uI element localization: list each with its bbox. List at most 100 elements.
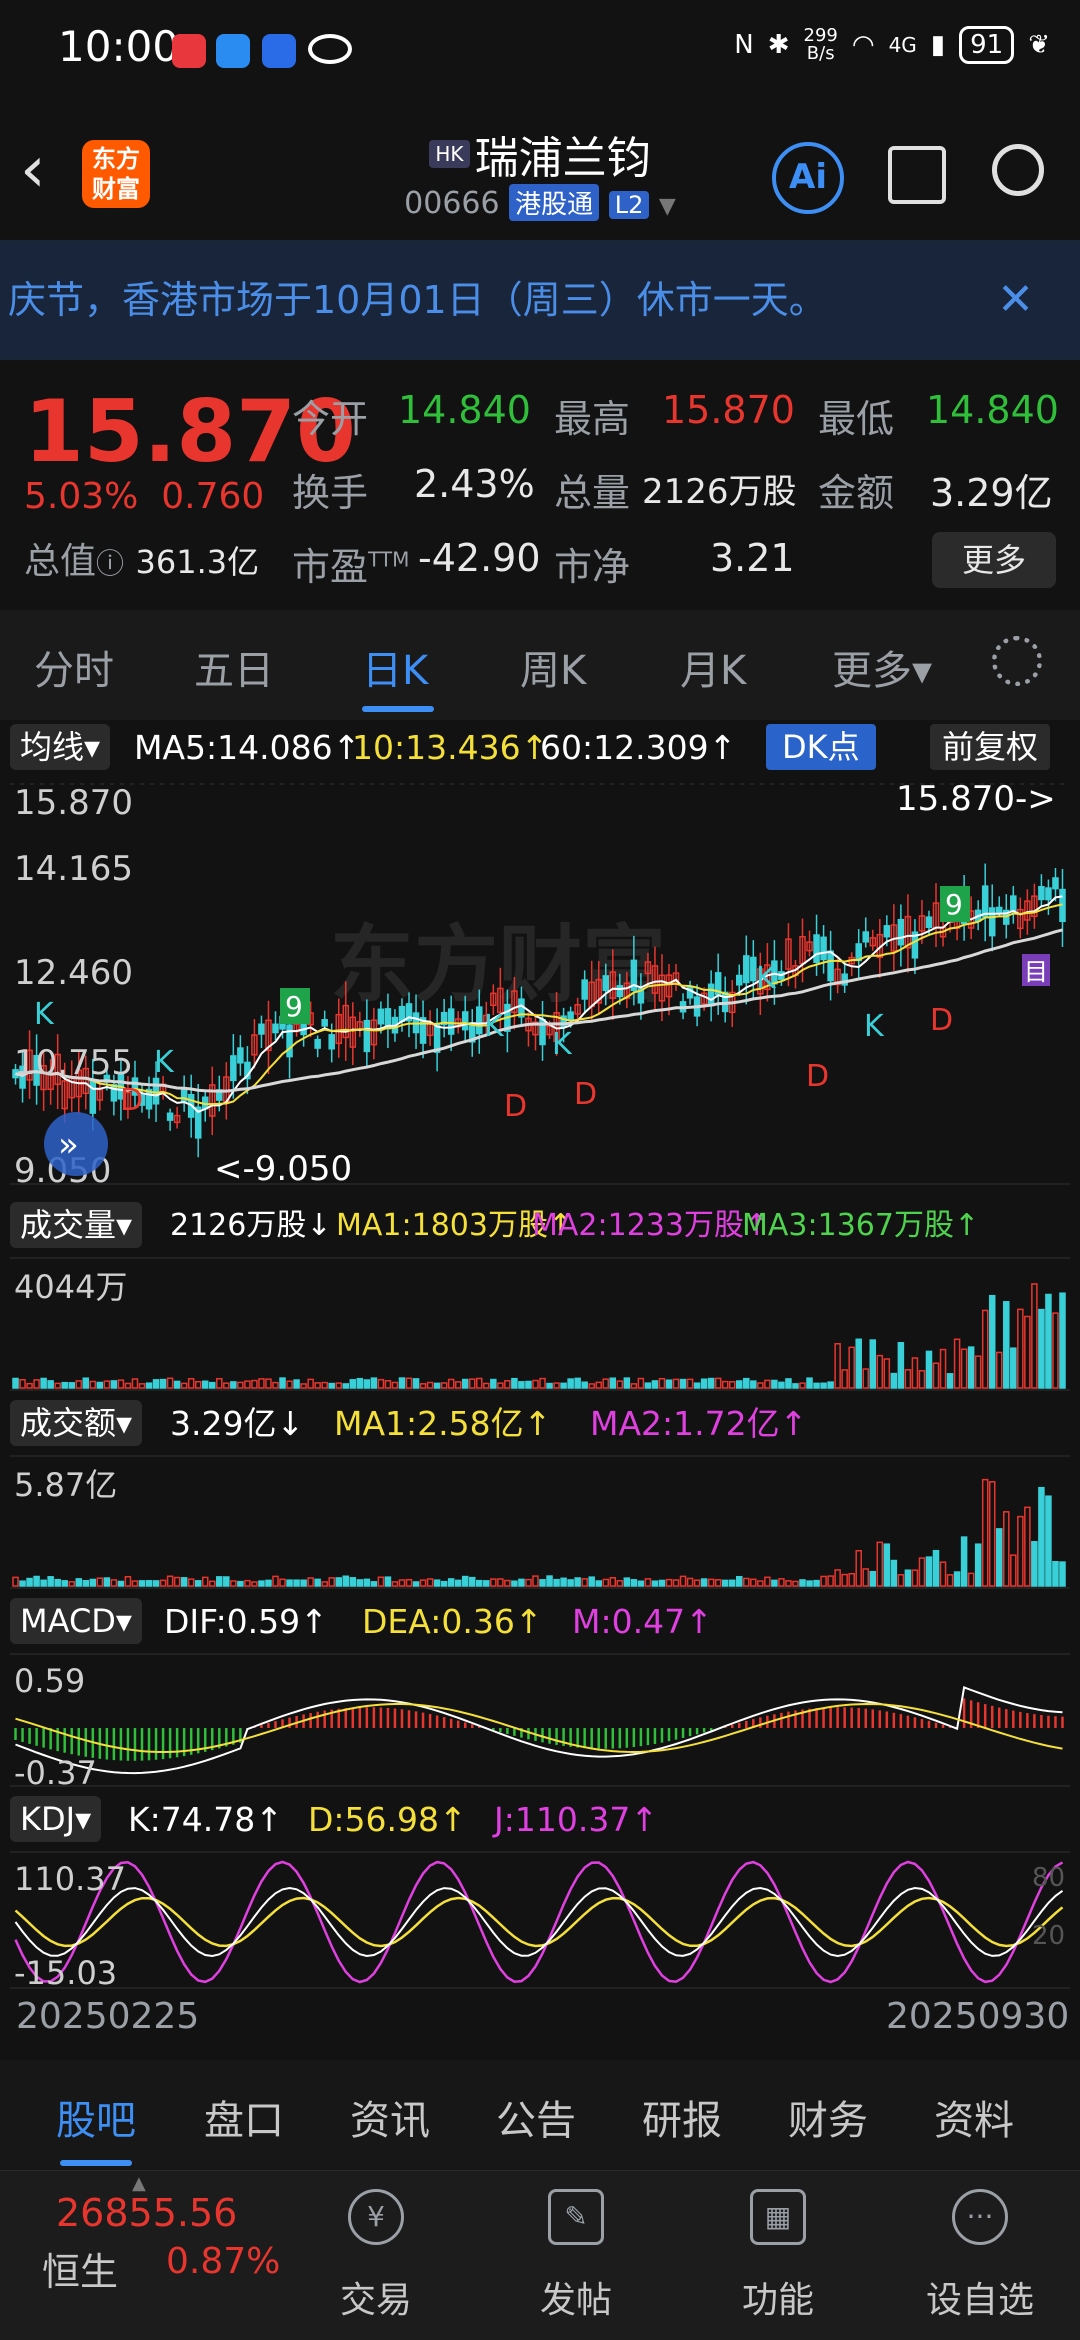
kdj-selector-button[interactable]: KDJ▾ xyxy=(10,1796,102,1842)
volume-bar xyxy=(40,1377,47,1389)
amount-bar xyxy=(707,1578,715,1587)
kline-chart[interactable]: 东方财富 15.870 14.165 12.460 10.755 9.050 1… xyxy=(0,774,1080,1194)
amount-bar xyxy=(911,1569,919,1587)
tab-more-periods[interactable]: 更多▾ xyxy=(832,638,932,696)
volume-bar xyxy=(630,1383,638,1389)
volume-bar xyxy=(447,1378,455,1389)
ma-selector-button[interactable]: 均线▾ xyxy=(10,724,111,770)
tab-guba[interactable]: 股吧 xyxy=(56,2088,136,2146)
volume-bar xyxy=(223,1382,230,1389)
amount-chart[interactable]: 5.87亿 xyxy=(0,1452,1080,1592)
volume-bar xyxy=(1031,1283,1038,1389)
volume-bar xyxy=(911,1357,919,1389)
macd-y-bottom: -0.37 xyxy=(14,1754,97,1790)
amount-bar xyxy=(398,1579,406,1587)
amount-bar xyxy=(258,1580,265,1587)
candle-body xyxy=(166,1112,174,1121)
nav-add-watchlist[interactable]: ··· 设自选 xyxy=(910,2171,1050,2340)
amount-bar xyxy=(89,1578,97,1587)
volume-bar xyxy=(19,1378,26,1389)
volume-bar xyxy=(272,1381,279,1389)
volume-selector-button[interactable]: 成交量▾ xyxy=(10,1202,143,1248)
tab-news[interactable]: 资讯 xyxy=(350,2088,430,2146)
volume-bar xyxy=(1059,1292,1066,1389)
stock-code: 00666 xyxy=(404,186,500,221)
macd-selector-button[interactable]: MACD▾ xyxy=(10,1598,142,1644)
amount-bar xyxy=(440,1580,448,1587)
volume-bar xyxy=(419,1383,427,1389)
more-quote-button[interactable]: 更多 xyxy=(932,532,1056,588)
tab-pankou[interactable]: 盘口 xyxy=(204,2088,284,2146)
pe-value: -42.90 xyxy=(418,536,541,580)
gear-icon[interactable] xyxy=(992,636,1042,686)
macd-histogram-group xyxy=(14,1686,1064,1775)
volume-bar xyxy=(476,1377,483,1389)
volume-chart[interactable]: 4044万 xyxy=(0,1254,1080,1394)
tab-daily-k[interactable]: 日K xyxy=(362,638,428,696)
volume-bar xyxy=(244,1380,251,1389)
volume-bar xyxy=(258,1378,265,1389)
pb-value: 3.21 xyxy=(710,536,795,580)
signal-k: K xyxy=(34,997,55,1032)
amount-bar xyxy=(40,1579,47,1587)
dk-point-button[interactable]: DK点 xyxy=(766,724,876,770)
yen-icon: ¥ xyxy=(348,2189,404,2245)
amount-bar xyxy=(1003,1511,1010,1587)
kdj-d: D:56.98↑ xyxy=(308,1800,467,1839)
volume-bar xyxy=(574,1377,581,1389)
tab-intraday[interactable]: 分时 xyxy=(34,638,114,696)
amount-bar xyxy=(61,1580,68,1587)
volume-bar xyxy=(932,1362,940,1389)
candle-body xyxy=(820,936,827,961)
double-chevron-icon: » xyxy=(58,1125,79,1165)
tab-five-day[interactable]: 五日 xyxy=(194,638,274,696)
amount-bar xyxy=(426,1578,434,1587)
volume-bar xyxy=(483,1382,490,1389)
macd-chart[interactable]: 0.59 -0.37 xyxy=(0,1650,1080,1790)
nav-add-watchlist-label: 设自选 xyxy=(925,2280,1034,2321)
volume-y-max: 4044万 xyxy=(14,1268,127,1306)
nav-functions[interactable]: ▦ 功能 xyxy=(708,2171,848,2340)
info-icon[interactable]: ⓘ xyxy=(96,547,124,580)
tab-monthly-k[interactable]: 月K xyxy=(680,638,746,696)
amount-bar xyxy=(834,1569,841,1587)
tab-profile[interactable]: 资料 xyxy=(934,2088,1014,2146)
more-icon: ··· xyxy=(952,2189,1008,2245)
volume-bar xyxy=(201,1380,209,1389)
low-value: 14.840 xyxy=(926,388,1059,432)
ai-button[interactable]: Ai xyxy=(772,142,844,214)
open-label: 今开 xyxy=(292,397,369,441)
nav-post[interactable]: ✎ 发帖 xyxy=(506,2171,646,2340)
macd-row: MACD▾ DIF:0.59↑ DEA:0.36↑ M:0.47↑ xyxy=(0,1594,1080,1648)
share-icon[interactable] xyxy=(888,146,946,204)
amount-bars-group xyxy=(12,1478,1066,1587)
volume-bar xyxy=(208,1381,216,1389)
volume-bar xyxy=(946,1373,954,1389)
tab-finance[interactable]: 财务 xyxy=(788,2088,868,2146)
amount-bar xyxy=(988,1481,996,1587)
macd-m: M:0.47↑ xyxy=(572,1602,713,1641)
volume-bar xyxy=(855,1338,862,1389)
tab-research[interactable]: 研报 xyxy=(642,2088,722,2146)
amount-selector-button[interactable]: 成交额▾ xyxy=(10,1400,143,1446)
amount-bar xyxy=(391,1581,399,1587)
tab-announcements[interactable]: 公告 xyxy=(496,2088,576,2146)
volume-bar xyxy=(616,1380,624,1389)
amount-bar xyxy=(974,1543,982,1587)
volume-bar xyxy=(651,1380,659,1389)
close-icon[interactable]: ✕ xyxy=(997,240,1034,360)
tab-weekly-k[interactable]: 周K xyxy=(520,638,586,696)
volume-bar xyxy=(953,1338,961,1389)
ma60-value: 60:12.309↑ xyxy=(540,728,737,767)
volume-bar xyxy=(988,1294,996,1389)
search-icon[interactable] xyxy=(992,144,1044,196)
volume-bar xyxy=(398,1377,406,1389)
amount-bar xyxy=(279,1578,286,1587)
nav-trade[interactable]: ¥ 交易 xyxy=(306,2171,446,2340)
adjust-mode-button[interactable]: 前复权 xyxy=(930,724,1051,770)
kdj-chart[interactable]: 110.37 -15.03 80 20 xyxy=(0,1848,1080,1996)
amount-bar xyxy=(412,1581,420,1587)
volume-bar xyxy=(532,1379,539,1389)
amount-bar xyxy=(897,1574,905,1587)
volume-bar xyxy=(581,1381,588,1389)
